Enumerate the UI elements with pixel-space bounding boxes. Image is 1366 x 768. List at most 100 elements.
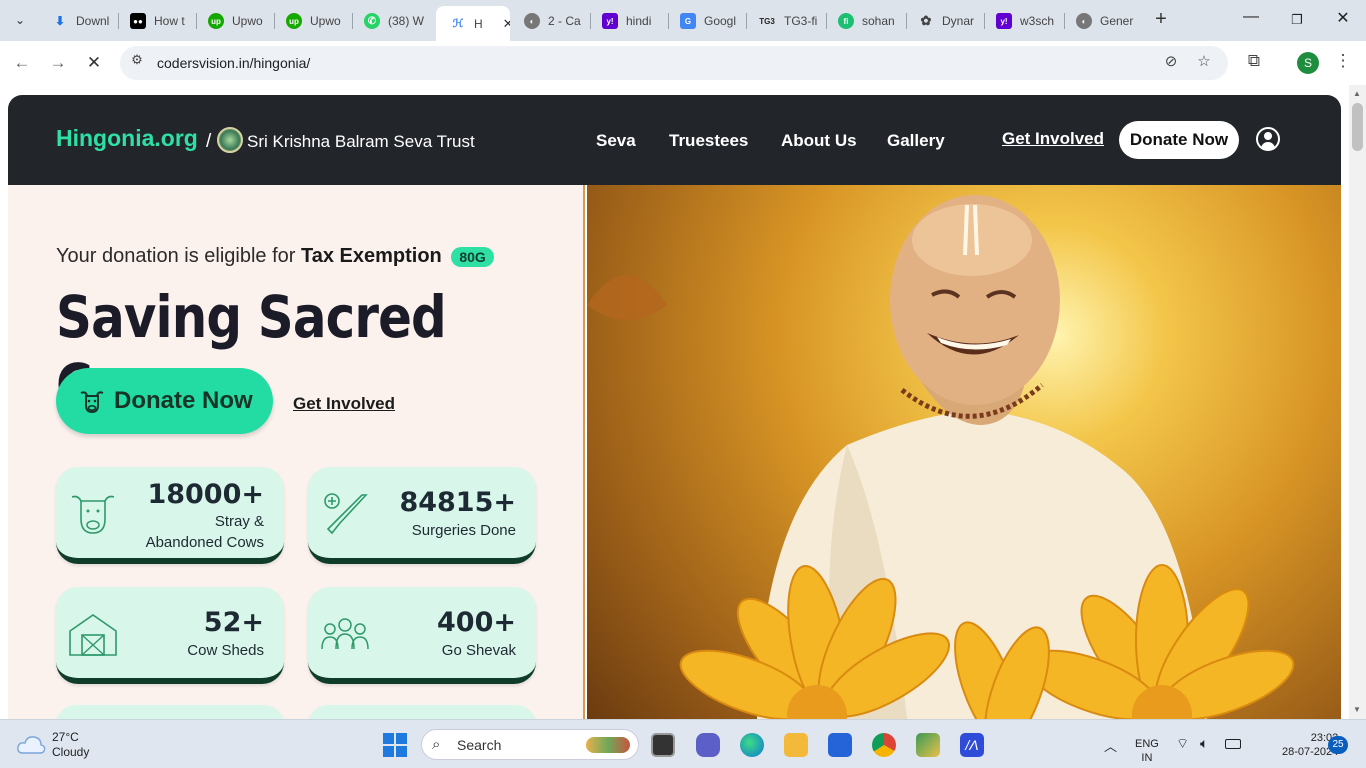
profile-avatar[interactable]: S	[1297, 52, 1319, 74]
scrollbar-thumb[interactable]	[1352, 103, 1363, 151]
stat-card-partial	[56, 705, 284, 719]
shed-icon	[69, 614, 117, 656]
stat-label: Stray &	[214, 513, 264, 530]
nav-truestees[interactable]: Truestees	[669, 131, 748, 151]
windows-start-icon[interactable]	[383, 733, 407, 757]
battery-icon[interactable]	[1225, 739, 1241, 749]
site-logo[interactable]: Hingonia.org	[56, 125, 198, 152]
browser-tab[interactable]: ✿ Dynar	[904, 8, 982, 34]
nav-about-us[interactable]: About Us	[781, 131, 857, 151]
globe-icon: ◐	[1076, 13, 1092, 29]
url-text[interactable]: codersvision.in/hingonia/	[157, 55, 310, 71]
taskbar-search[interactable]: ⌕ Search	[421, 729, 639, 760]
hero-get-involved-link[interactable]: Get Involved	[293, 394, 395, 414]
browser-tab[interactable]: ✆ (38) W	[350, 8, 432, 34]
hero-illustration	[587, 195, 1295, 719]
app-icon[interactable]	[916, 733, 940, 757]
lang-primary: ENG	[1135, 738, 1159, 750]
stat-value: 18000+	[147, 479, 264, 510]
badge-80g: 80G	[451, 246, 494, 267]
tab-title: Upwo	[232, 14, 263, 28]
nav-seva[interactable]: Seva	[596, 131, 636, 151]
header-donate-button[interactable]: Donate Now	[1119, 121, 1239, 159]
edge-icon[interactable]	[740, 733, 764, 757]
browser-tab[interactable]: G Googl	[666, 8, 744, 34]
site-header: Hingonia.org / Sri Krishna Balram Seva T…	[8, 95, 1341, 185]
new-tab-button[interactable]: +	[1149, 8, 1173, 32]
tab-title: sohan	[862, 14, 895, 28]
browser-tab[interactable]: ◐ 2 - Ca	[510, 8, 590, 34]
wifi-icon[interactable]: ⌔	[1176, 735, 1189, 753]
stat-label: Surgeries Done	[411, 522, 516, 539]
store-icon[interactable]	[828, 733, 852, 757]
restore-button[interactable]: ❐	[1274, 8, 1320, 32]
stat-card-sheds: 52+ Cow Sheds	[56, 587, 284, 684]
file-explorer-icon[interactable]	[784, 733, 808, 757]
teams-icon[interactable]	[696, 733, 720, 757]
volume-icon[interactable]: 🔈︎	[1200, 735, 1208, 752]
tab-title: H	[474, 16, 483, 31]
upwork-icon: up	[208, 13, 224, 29]
task-view-icon[interactable]	[651, 733, 675, 757]
stat-value: 84815+	[399, 487, 516, 518]
hero-photo-prabhupada	[587, 185, 1341, 719]
logo-separator: /	[206, 131, 212, 152]
chrome-icon[interactable]	[872, 733, 896, 757]
browser-tab-strip: ⌄ ⬇ Downl ●● How t up Upwo up Upwo ✆ (38…	[0, 0, 1366, 41]
tax-bold: Tax Exemption	[301, 245, 442, 267]
forward-button[interactable]: →	[46, 51, 70, 75]
upwork-icon: up	[286, 13, 302, 29]
weather-widget[interactable]: 27°C Cloudy	[52, 730, 89, 760]
tab-search-button[interactable]: ⌄	[8, 8, 32, 32]
more-menu-icon[interactable]: ⋮	[1332, 51, 1354, 73]
browser-tab[interactable]: ◐ Gener	[1062, 8, 1142, 34]
scroll-up-icon[interactable]: ▲	[1353, 89, 1361, 98]
tab-title: Dynar	[942, 14, 975, 28]
minimize-button[interactable]: —	[1228, 8, 1274, 32]
page-scrollbar[interactable]: ▲ ▼	[1349, 85, 1366, 719]
browser-tab[interactable]: fi sohan	[824, 8, 904, 34]
stat-card-cows: 18000+ Stray & Abandoned Cows	[56, 467, 284, 564]
cloud-weather-icon	[17, 736, 46, 754]
tab-title: Upwo	[310, 14, 341, 28]
tab-title: w3sch	[1020, 14, 1055, 28]
browser-tab[interactable]: ●● How t	[116, 8, 194, 34]
omnibox[interactable]: ⚙ codersvision.in/hingonia/ ⊘ ☆	[120, 46, 1228, 80]
search-placeholder: Search	[457, 737, 502, 753]
close-window-button[interactable]: ✕	[1320, 8, 1366, 32]
scroll-down-icon[interactable]: ▼	[1353, 705, 1361, 714]
browser-tab[interactable]: up Upwo	[194, 8, 272, 34]
tax-exemption-line: Your donation is eligible for Tax Exempt…	[56, 245, 494, 268]
browser-tab-active[interactable]: ℋ H ✕	[436, 6, 510, 41]
stat-value: 400+	[437, 607, 516, 638]
stat-card-shevak: 400+ Go Shevak	[308, 587, 536, 684]
stat-label: Cow Sheds	[187, 642, 264, 659]
trust-name[interactable]: Sri Krishna Balram Seva Trust	[247, 132, 475, 152]
tab-title: Googl	[704, 14, 737, 28]
hero-donate-button[interactable]: Donate Now	[56, 368, 273, 434]
stat-card-surgeries: 84815+ Surgeries Done	[308, 467, 536, 564]
browser-tab[interactable]: ⬇ Downl	[38, 8, 116, 34]
vscode-like-icon[interactable]: /Ʌ	[960, 733, 984, 757]
back-button[interactable]: ←	[10, 51, 34, 75]
bookmark-star-icon[interactable]: ☆	[1193, 52, 1215, 74]
globe-icon: ◐	[524, 13, 540, 29]
notification-badge[interactable]: 25	[1328, 736, 1348, 754]
team-icon	[321, 618, 369, 650]
tray-chevron-icon[interactable]: ︿	[1104, 736, 1117, 755]
eye-off-icon[interactable]: ⊘	[1160, 52, 1182, 74]
browser-tab[interactable]: y! hindi	[588, 8, 666, 34]
trust-emblem-icon	[217, 127, 243, 153]
language-indicator[interactable]: ENG IN	[1135, 737, 1159, 765]
extensions-icon[interactable]: ⧉	[1243, 51, 1265, 73]
header-get-involved-link[interactable]: Get Involved	[1002, 129, 1104, 149]
browser-tab[interactable]: up Upwo	[272, 8, 350, 34]
browser-tab[interactable]: y! w3sch	[982, 8, 1062, 34]
translate-icon: G	[680, 13, 696, 29]
nav-gallery[interactable]: Gallery	[887, 131, 945, 151]
stop-loading-button[interactable]: ✕	[82, 51, 106, 75]
close-tab-icon[interactable]: ✕	[503, 16, 510, 32]
browser-tab[interactable]: TG3 TG3-fi	[744, 8, 824, 34]
user-account-icon[interactable]	[1256, 127, 1280, 151]
site-info-icon[interactable]: ⚙	[126, 52, 148, 74]
